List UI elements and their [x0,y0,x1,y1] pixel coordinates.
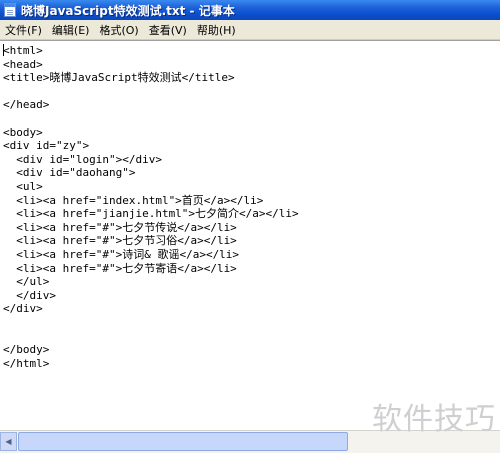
editor-text[interactable]: <html> <head> <title>晓博JavaScript特效测试</t… [0,41,500,370]
text-caret [3,44,4,56]
window-title: 晓博JavaScript特效测试.txt - 记事本 [21,3,235,18]
scroll-left-arrow-icon[interactable]: ◀ [0,432,17,451]
scrollbar-thumb[interactable] [18,432,348,451]
menu-view[interactable]: 查看(V) [144,22,192,38]
menu-edit[interactable]: 编辑(E) [47,22,95,38]
menu-format[interactable]: 格式(O) [94,22,143,38]
menu-bar: 文件(F) 编辑(E) 格式(O) 查看(V) 帮助(H) [0,20,500,40]
title-bar: 晓博JavaScript特效测试.txt - 记事本 [0,0,500,20]
menu-help[interactable]: 帮助(H) [192,22,241,38]
text-editor-area[interactable]: <html> <head> <title>晓博JavaScript特效测试</t… [0,40,500,430]
notepad-icon[interactable] [4,3,16,17]
menu-file[interactable]: 文件(F) [0,22,47,38]
horizontal-scrollbar[interactable]: ◀ [0,430,500,453]
